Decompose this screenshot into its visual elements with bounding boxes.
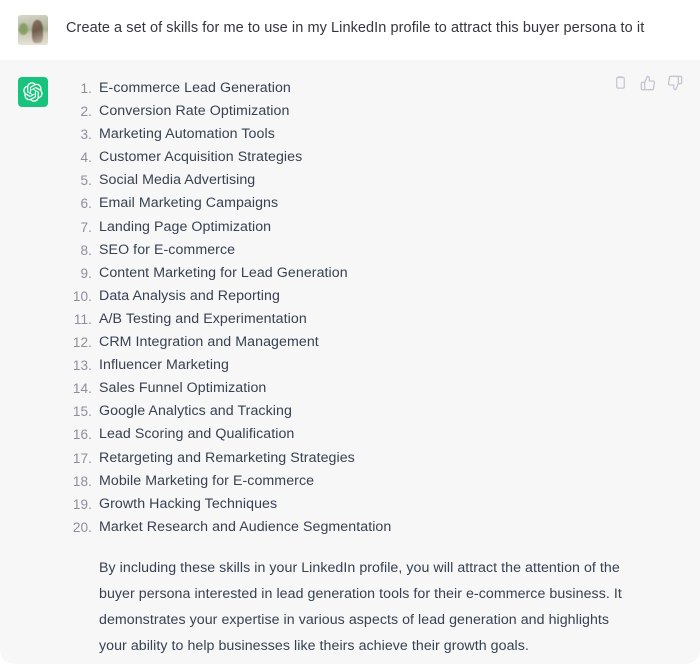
chatgpt-logo-icon (18, 77, 48, 107)
chat-conversation: Create a set of skills for me to use in … (0, 0, 700, 664)
list-item: Customer Acquisition Strategies (66, 146, 303, 169)
message-actions (612, 74, 683, 91)
avatar-photo-foliage (19, 22, 29, 35)
list-item: Landing Page Optimization (66, 216, 272, 239)
copy-icon[interactable] (612, 74, 629, 91)
list-item: Social Media Advertising (66, 169, 256, 192)
list-item: Sales Funnel Optimization (66, 377, 267, 400)
list-item: Google Analytics and Tracking (66, 400, 292, 423)
avatar-photo-person (32, 20, 44, 43)
list-item: Conversion Rate Optimization (66, 100, 290, 123)
user-message-text: Create a set of skills for me to use in … (66, 20, 645, 36)
list-item: Market Research and Audience Segmentatio… (66, 516, 392, 539)
skills-list: E-commerce Lead Generation Conversion Ra… (66, 77, 682, 539)
list-item: Retargeting and Remarketing Strategies (66, 447, 355, 470)
assistant-message-turn: E-commerce Lead Generation Conversion Ra… (0, 60, 700, 664)
list-item: Content Marketing for Lead Generation (66, 262, 348, 285)
list-item: Mobile Marketing for E-commerce (66, 470, 315, 493)
closing-paragraph: By including these skills in your Linked… (99, 559, 622, 654)
list-item: Marketing Automation Tools (66, 123, 275, 146)
list-item: Lead Scoring and Qualification (66, 423, 295, 446)
thumbs-up-icon[interactable] (639, 74, 656, 91)
avatar (18, 15, 48, 45)
user-message-turn: Create a set of skills for me to use in … (0, 0, 700, 60)
list-item: E-commerce Lead Generation (66, 77, 291, 100)
list-item: Growth Hacking Techniques (66, 493, 278, 516)
list-item: Influencer Marketing (66, 354, 229, 377)
assistant-message-content: E-commerce Lead Generation Conversion Ra… (66, 76, 682, 659)
list-item: Email Marketing Campaigns (66, 192, 279, 215)
list-item: Data Analysis and Reporting (66, 285, 280, 308)
list-item: SEO for E-commerce (66, 239, 236, 262)
list-item: CRM Integration and Management (66, 331, 319, 354)
thumbs-down-icon[interactable] (666, 74, 683, 91)
list-item: A/B Testing and Experimentation (66, 308, 307, 331)
